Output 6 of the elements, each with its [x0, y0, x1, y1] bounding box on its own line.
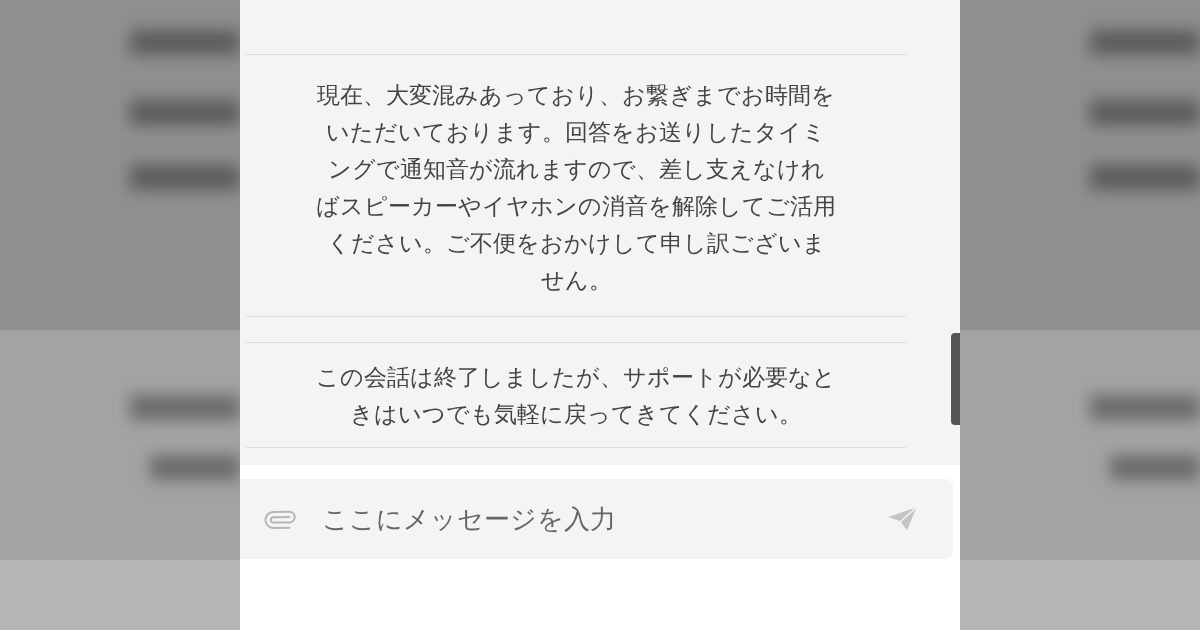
message-input-bar[interactable]: ここにメッセージを入力	[240, 479, 953, 559]
send-icon[interactable]	[885, 505, 919, 533]
chat-message: この会話は終了しましたが、サポートが必要なときはいつでも気軽に戻ってきてください。	[316, 363, 836, 429]
chat-message: 現在、大変混みあっており、お繋ぎまでお時間をいただいております。回答をお送りしたタイミングで通知音が流れますので、差し支えなければスピーカーやイヤホンの消音を解除してご活用ください。ご不便をおかけして申し訳ございません。	[316, 81, 836, 295]
message-input[interactable]: ここにメッセージを入力	[322, 499, 885, 539]
scrollbar-thumb[interactable]	[951, 333, 960, 425]
